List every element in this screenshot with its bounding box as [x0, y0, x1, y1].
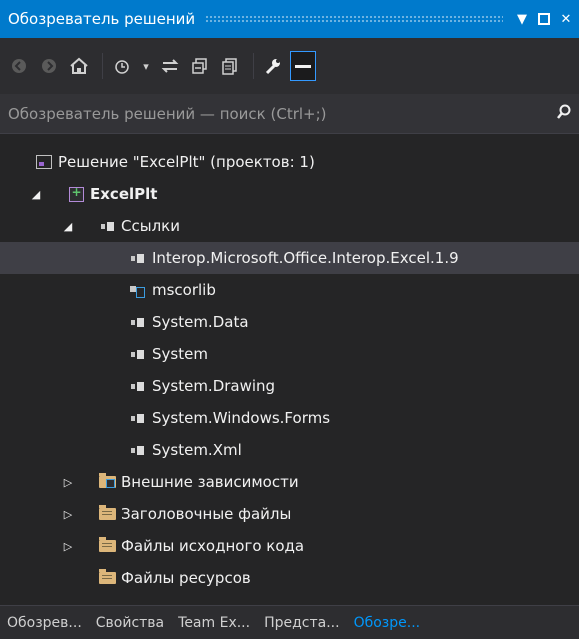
tree-item-references[interactable]: ◢ Ссылки [0, 210, 579, 242]
tree-item-folder[interactable]: ▷ Файлы исходного кода [0, 530, 579, 562]
search-input[interactable]: Обозреватель решений — поиск (Ctrl+;) [0, 105, 549, 123]
search-icon[interactable] [549, 104, 579, 124]
expanded-arrow-icon[interactable]: ◢ [60, 220, 76, 233]
tree-item-external-deps[interactable]: ▷ Внешние зависимости [0, 466, 579, 498]
solution-icon [34, 153, 54, 171]
tree-item-folder[interactable]: Файлы ресурсов [0, 562, 579, 594]
tree-item-label: Interop.Microsoft.Office.Interop.Excel.1… [152, 249, 459, 267]
title-bar[interactable]: Обозреватель решений ▼ ✕ [0, 0, 579, 38]
tab-view[interactable]: Предста... [257, 615, 347, 631]
expanded-arrow-icon[interactable]: ◢ [28, 188, 44, 201]
tab-team-explorer[interactable]: Team Ex... [171, 615, 257, 631]
tree-item-label: ExcelPlt [90, 185, 158, 203]
tree-item-label: System.Xml [152, 441, 242, 459]
external-deps-folder-icon [97, 473, 117, 491]
drag-grip[interactable] [205, 15, 503, 23]
tree-item-reference-selected[interactable]: Interop.Microsoft.Office.Interop.Excel.1… [0, 242, 579, 274]
window-position-dropdown-icon[interactable]: ▼ [513, 8, 531, 30]
tree-item-reference[interactable]: System.Drawing [0, 370, 579, 402]
tree-item-label: Ссылки [121, 217, 180, 235]
search-box[interactable]: Обозреватель решений — поиск (Ctrl+;) [0, 94, 579, 134]
tree-item-project[interactable]: ◢ ExcelPlt [0, 178, 579, 210]
reference-icon [127, 313, 147, 331]
library-icon [127, 281, 147, 299]
tab-solution-explorer-1[interactable]: Обозрев... [0, 615, 89, 631]
tree-item-reference[interactable]: System.Xml [0, 434, 579, 466]
back-icon[interactable] [6, 51, 32, 81]
show-all-files-icon[interactable] [217, 51, 243, 81]
tree-item-reference[interactable]: System.Windows.Forms [0, 402, 579, 434]
reference-icon [127, 249, 147, 267]
window-title: Обозреватель решений [8, 10, 196, 28]
tree-item-reference[interactable]: System.Data [0, 306, 579, 338]
tree-item-label: Файлы исходного кода [121, 537, 305, 555]
collapsed-arrow-icon[interactable]: ▷ [60, 476, 76, 489]
solution-tree: Решение "ExcelPlt" (проектов: 1) ◢ Excel… [0, 140, 579, 600]
toolbar-separator [253, 53, 254, 79]
maximize-icon[interactable] [535, 8, 553, 30]
tab-properties[interactable]: Свойства [89, 615, 171, 631]
reference-icon [127, 345, 147, 363]
chevron-down-icon[interactable]: ▾ [139, 51, 153, 81]
tree-item-label: System.Drawing [152, 377, 276, 395]
tab-solution-explorer-active[interactable]: Обозре... [347, 615, 428, 631]
maximize-glyph [538, 13, 550, 25]
close-icon[interactable]: ✕ [557, 8, 575, 30]
tree-item-label: Решение "ExcelPlt" (проектов: 1) [58, 153, 315, 171]
tree-item-reference[interactable]: System [0, 338, 579, 370]
wrench-icon[interactable] [260, 51, 286, 81]
pending-changes-icon[interactable] [109, 51, 135, 81]
sync-icon[interactable] [157, 51, 183, 81]
tree-item-folder[interactable]: ▷ Заголовочные файлы [0, 498, 579, 530]
tree-item-label: System.Data [152, 313, 249, 331]
tree-item-label: Внешние зависимости [121, 473, 299, 491]
reference-icon [127, 377, 147, 395]
tree-item-reference[interactable]: mscorlib [0, 274, 579, 306]
project-icon [66, 185, 86, 203]
preview-icon[interactable] [290, 51, 316, 81]
tree-item-label: mscorlib [152, 281, 216, 299]
folder-icon [97, 505, 117, 523]
tree-item-solution[interactable]: Решение "ExcelPlt" (проектов: 1) [0, 146, 579, 178]
tree-item-label: Файлы ресурсов [121, 569, 251, 587]
folder-icon [97, 569, 117, 587]
tree-item-label: Заголовочные файлы [121, 505, 292, 523]
toolbar: ▾ [0, 38, 579, 94]
home-icon[interactable] [66, 51, 92, 81]
reference-icon [127, 409, 147, 427]
tree-item-label: System [152, 345, 208, 363]
bottom-tab-bar: Обозрев... Свойства Team Ex... Предста..… [0, 605, 579, 639]
collapsed-arrow-icon[interactable]: ▷ [60, 540, 76, 553]
folder-icon [97, 537, 117, 555]
toolbar-separator [102, 53, 103, 79]
reference-icon [127, 441, 147, 459]
tree-item-label: System.Windows.Forms [152, 409, 331, 427]
collapsed-arrow-icon[interactable]: ▷ [60, 508, 76, 521]
references-icon [97, 217, 117, 235]
forward-icon[interactable] [36, 51, 62, 81]
solution-explorer-window: Обозреватель решений ▼ ✕ ▾ Обозреватель … [0, 0, 579, 639]
collapse-all-icon[interactable] [187, 51, 213, 81]
